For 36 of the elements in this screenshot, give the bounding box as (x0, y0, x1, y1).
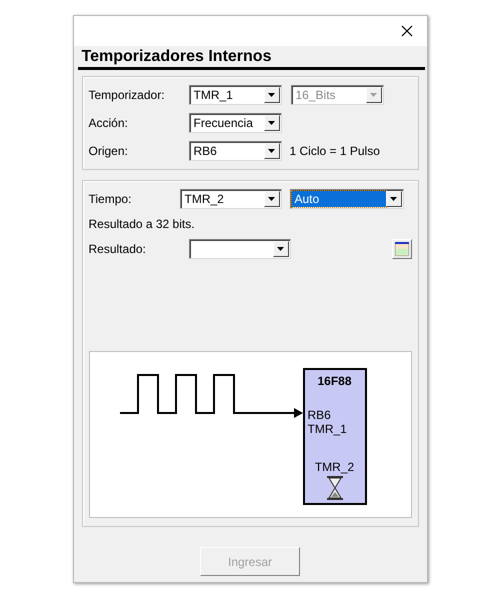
field-label: Tiempo: (88, 192, 132, 206)
dropdown-button[interactable] (264, 191, 280, 207)
dropdown-field[interactable] (188, 239, 290, 259)
dropdown-button[interactable] (386, 191, 402, 207)
caret-icon (268, 93, 275, 97)
dropdown-field[interactable]: TMR_2 (180, 189, 282, 209)
hourglass-icon (326, 476, 342, 500)
note-text: 1 Ciclo = 1 Pulso (290, 144, 380, 158)
caret-icon (390, 197, 397, 201)
dropdown-field[interactable]: TMR_1 (188, 85, 282, 105)
pin-label: TMR_1 (308, 422, 348, 436)
timer-label: TMR_2 (314, 460, 356, 474)
dropdown-button[interactable] (264, 87, 280, 103)
table-button[interactable] (392, 239, 412, 259)
chip-title: 16F88 (316, 374, 353, 388)
close-button[interactable] (400, 25, 412, 37)
field-label: Temporizador: (88, 88, 166, 102)
table-icon (394, 242, 408, 256)
pin-label: RB6 (308, 408, 332, 422)
dropdown-button[interactable] (264, 143, 280, 159)
caret-icon (268, 121, 275, 125)
info-text: Resultado a 32 bits. (88, 217, 196, 231)
caret-icon (370, 93, 377, 97)
dropdown-field[interactable]: Auto (290, 189, 404, 209)
field-label: Resultado: (88, 242, 147, 256)
dropdown-button[interactable] (264, 115, 280, 131)
field-label: Acción: (88, 116, 129, 130)
field-label: Origen: (88, 144, 129, 158)
dropdown-button[interactable] (272, 241, 288, 257)
dialog-heading: Temporizadores Internos (80, 47, 272, 67)
close-icon (400, 25, 412, 37)
dropdown-field[interactable]: RB6 (188, 141, 282, 161)
caret-icon (277, 247, 284, 251)
caret-icon (268, 149, 275, 153)
dropdown-field[interactable]: Frecuencia (188, 113, 282, 133)
caret-icon (268, 197, 275, 201)
